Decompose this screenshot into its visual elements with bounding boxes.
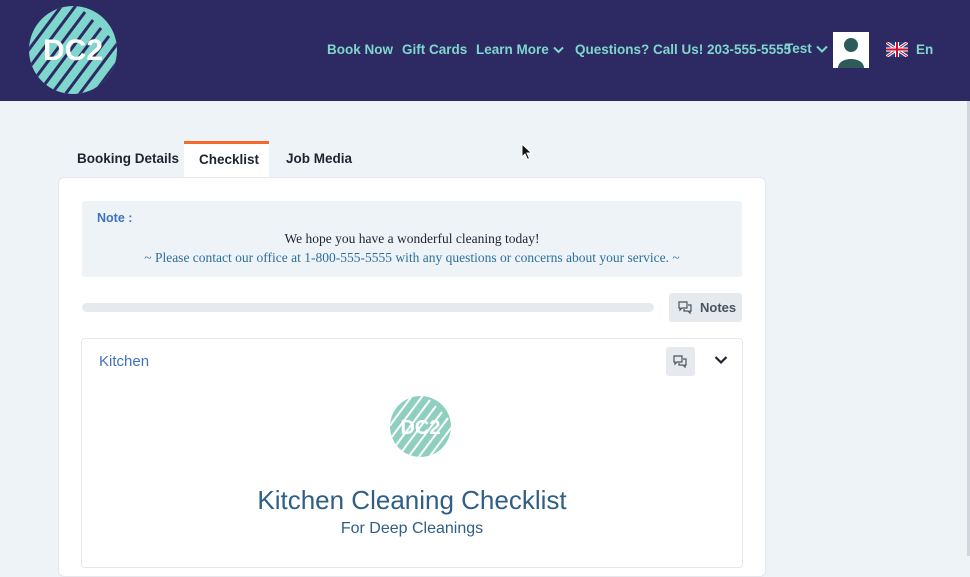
dc2-logo[interactable]: DC2 <box>29 6 117 94</box>
note-box: Note : We hope you have a wonderful clea… <box>82 201 742 277</box>
chevron-down-icon <box>553 47 564 54</box>
nav-book-now[interactable]: Book Now <box>327 42 393 57</box>
note-message: We hope you have a wonderful cleaning to… <box>284 231 540 246</box>
mouse-cursor-icon <box>521 143 533 161</box>
tab-job-media[interactable]: Job Media <box>271 141 367 177</box>
checklist-title: Kitchen Cleaning Checklist <box>257 485 567 515</box>
nav-gift-cards[interactable]: Gift Cards <box>402 42 467 57</box>
chevron-down-icon[interactable] <box>714 355 728 365</box>
tab-booking-details[interactable]: Booking Details <box>62 141 194 177</box>
notes-button[interactable]: Notes <box>669 293 742 322</box>
dc2-logo: DC2 <box>390 396 451 457</box>
note-label: Note : <box>97 211 133 225</box>
section-kitchen: Kitchen DC2 Kitchen Cleaning Checklist F… <box>81 338 743 568</box>
comments-icon <box>673 355 687 368</box>
user-name: Test <box>785 41 812 56</box>
user-menu[interactable]: Test <box>785 41 828 56</box>
uk-flag-icon[interactable] <box>886 42 908 57</box>
comments-icon <box>678 301 692 314</box>
nav-phone[interactable]: Questions? Call Us! 203-555-5555 <box>575 42 791 57</box>
note-contact: ~ Please contact our office at 1-800-555… <box>144 250 680 265</box>
svg-text:DC2: DC2 <box>400 417 440 439</box>
checklist-progress-bar <box>82 303 654 312</box>
section-title[interactable]: Kitchen <box>99 353 149 370</box>
top-header: DC2 Book Now Gift Cards Learn More Quest… <box>0 0 970 101</box>
avatar-icon[interactable] <box>833 32 869 68</box>
notes-button-label: Notes <box>700 300 737 315</box>
chevron-down-icon <box>816 46 828 54</box>
tab-checklist[interactable]: Checklist <box>184 141 269 177</box>
section-comment-button[interactable] <box>666 347 695 376</box>
nav-learn-more[interactable]: Learn More <box>476 42 564 57</box>
svg-text:DC2: DC2 <box>43 34 103 67</box>
checklist-subtitle: For Deep Cleanings <box>340 520 484 537</box>
language-label[interactable]: En <box>916 42 933 57</box>
nav-learn-more-label: Learn More <box>476 42 549 57</box>
